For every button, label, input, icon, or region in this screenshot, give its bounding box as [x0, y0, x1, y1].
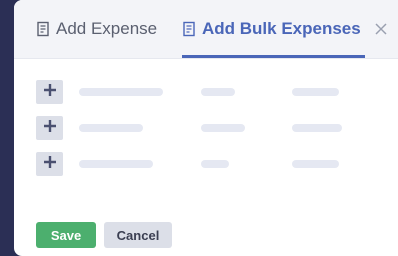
receipt-icon: [182, 21, 196, 37]
close-icon[interactable]: [372, 20, 390, 38]
tab-add-expense-label: Add Expense: [56, 19, 158, 38]
placeholder-bar: [201, 124, 245, 132]
placeholder-bar: [292, 88, 339, 96]
tab-add-expense[interactable]: Add Expense: [36, 0, 157, 58]
expense-row: [36, 116, 396, 140]
cancel-button[interactable]: Cancel: [104, 222, 172, 248]
plus-icon: [43, 83, 57, 102]
placeholder-bar: [79, 88, 163, 96]
placeholder-bar: [201, 160, 229, 168]
modal-header: Add Expense Add Bulk Expenses: [14, 0, 398, 59]
placeholder-bar: [292, 160, 339, 168]
placeholder-bar: [201, 88, 235, 96]
add-row-button[interactable]: [36, 116, 63, 140]
tab-add-bulk-expenses-label: Add Bulk Expenses: [202, 19, 361, 38]
expense-row: [36, 80, 396, 104]
add-expense-modal: Add Expense Add Bulk Expenses Save Cance…: [14, 0, 398, 256]
placeholder-bar: [79, 124, 143, 132]
receipt-icon: [36, 21, 50, 37]
placeholder-bar: [292, 124, 342, 132]
add-row-button[interactable]: [36, 152, 63, 176]
tab-add-bulk-expenses[interactable]: Add Bulk Expenses: [182, 0, 365, 58]
add-row-button[interactable]: [36, 80, 63, 104]
active-tab-indicator: [182, 55, 365, 58]
expense-row: [36, 152, 396, 176]
plus-icon: [43, 119, 57, 138]
placeholder-bar: [79, 160, 153, 168]
save-button[interactable]: Save: [36, 222, 96, 248]
plus-icon: [43, 155, 57, 174]
